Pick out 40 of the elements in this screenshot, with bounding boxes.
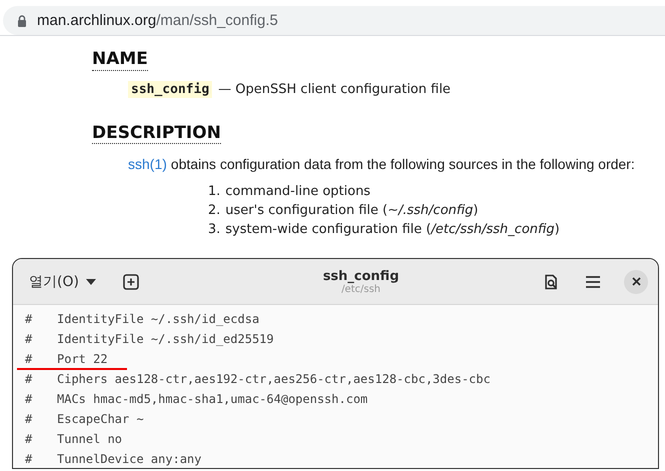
list-item-text: user's configuration file (~/.ssh/config) (225, 202, 478, 220)
list-number: 3. (208, 221, 220, 240)
list-number: 2. (208, 202, 220, 220)
comment-mark: # (25, 372, 34, 386)
open-menu-button[interactable]: 열기(O) (23, 266, 102, 296)
comment-mark: # (25, 332, 34, 346)
list-item-text: system-wide configuration file (/etc/ssh/ssh_config) (225, 221, 560, 240)
config-line: Port 22 (57, 352, 108, 366)
plus-box-icon (122, 274, 139, 290)
command-name: ssh_config (128, 80, 212, 98)
config-line: TunnelDevice any:any (57, 452, 202, 466)
comment-mark: # (25, 432, 34, 446)
list-number: 1. (208, 183, 220, 202)
close-button[interactable] (624, 270, 648, 294)
section-heading: NAME (92, 50, 148, 71)
comment-mark: # (25, 412, 34, 426)
comment-mark: # (25, 452, 34, 466)
window-title: ssh_config (322, 268, 400, 284)
lock-icon (17, 14, 27, 26)
config-line: IdentityFile ~/.ssh/id_ecdsa (57, 312, 260, 326)
address-bar[interactable]: man.archlinux.org/man/ssh_config.5 (3, 6, 665, 35)
menu-icon (585, 274, 601, 288)
config-line: IdentityFile ~/.ssh/id_ed25519 (57, 332, 274, 346)
config-line: EscapeChar ~ (57, 412, 144, 426)
comment-mark: # (25, 352, 34, 366)
window-subtitle: /etc/ssh (341, 284, 381, 294)
man-page-link[interactable]: ssh(1) (128, 156, 167, 172)
close-icon (632, 277, 640, 286)
config-line: Tunnel no (57, 432, 122, 446)
name-description: — OpenSSH client configuration file (218, 82, 451, 97)
comment-mark: # (25, 312, 34, 326)
list-item-text: command-line options (225, 183, 370, 202)
comment-mark: # (25, 392, 34, 406)
url-text: man.archlinux.org/man/ssh_config.5 (37, 12, 278, 29)
search-icon (543, 274, 559, 290)
intro-text: obtains configuration data from the following sources in the following order: (170, 156, 635, 172)
config-line: MACs hmac-md5,hmac-sha1,umac-64@openssh.com (57, 392, 368, 406)
config-line: Ciphers aes128-ctr,aes192-ctr,aes256-ctr,aes128-cbc,3des-cbc (57, 372, 490, 386)
caret-icon (86, 278, 96, 284)
section-heading: DESCRIPTION (92, 124, 221, 144)
